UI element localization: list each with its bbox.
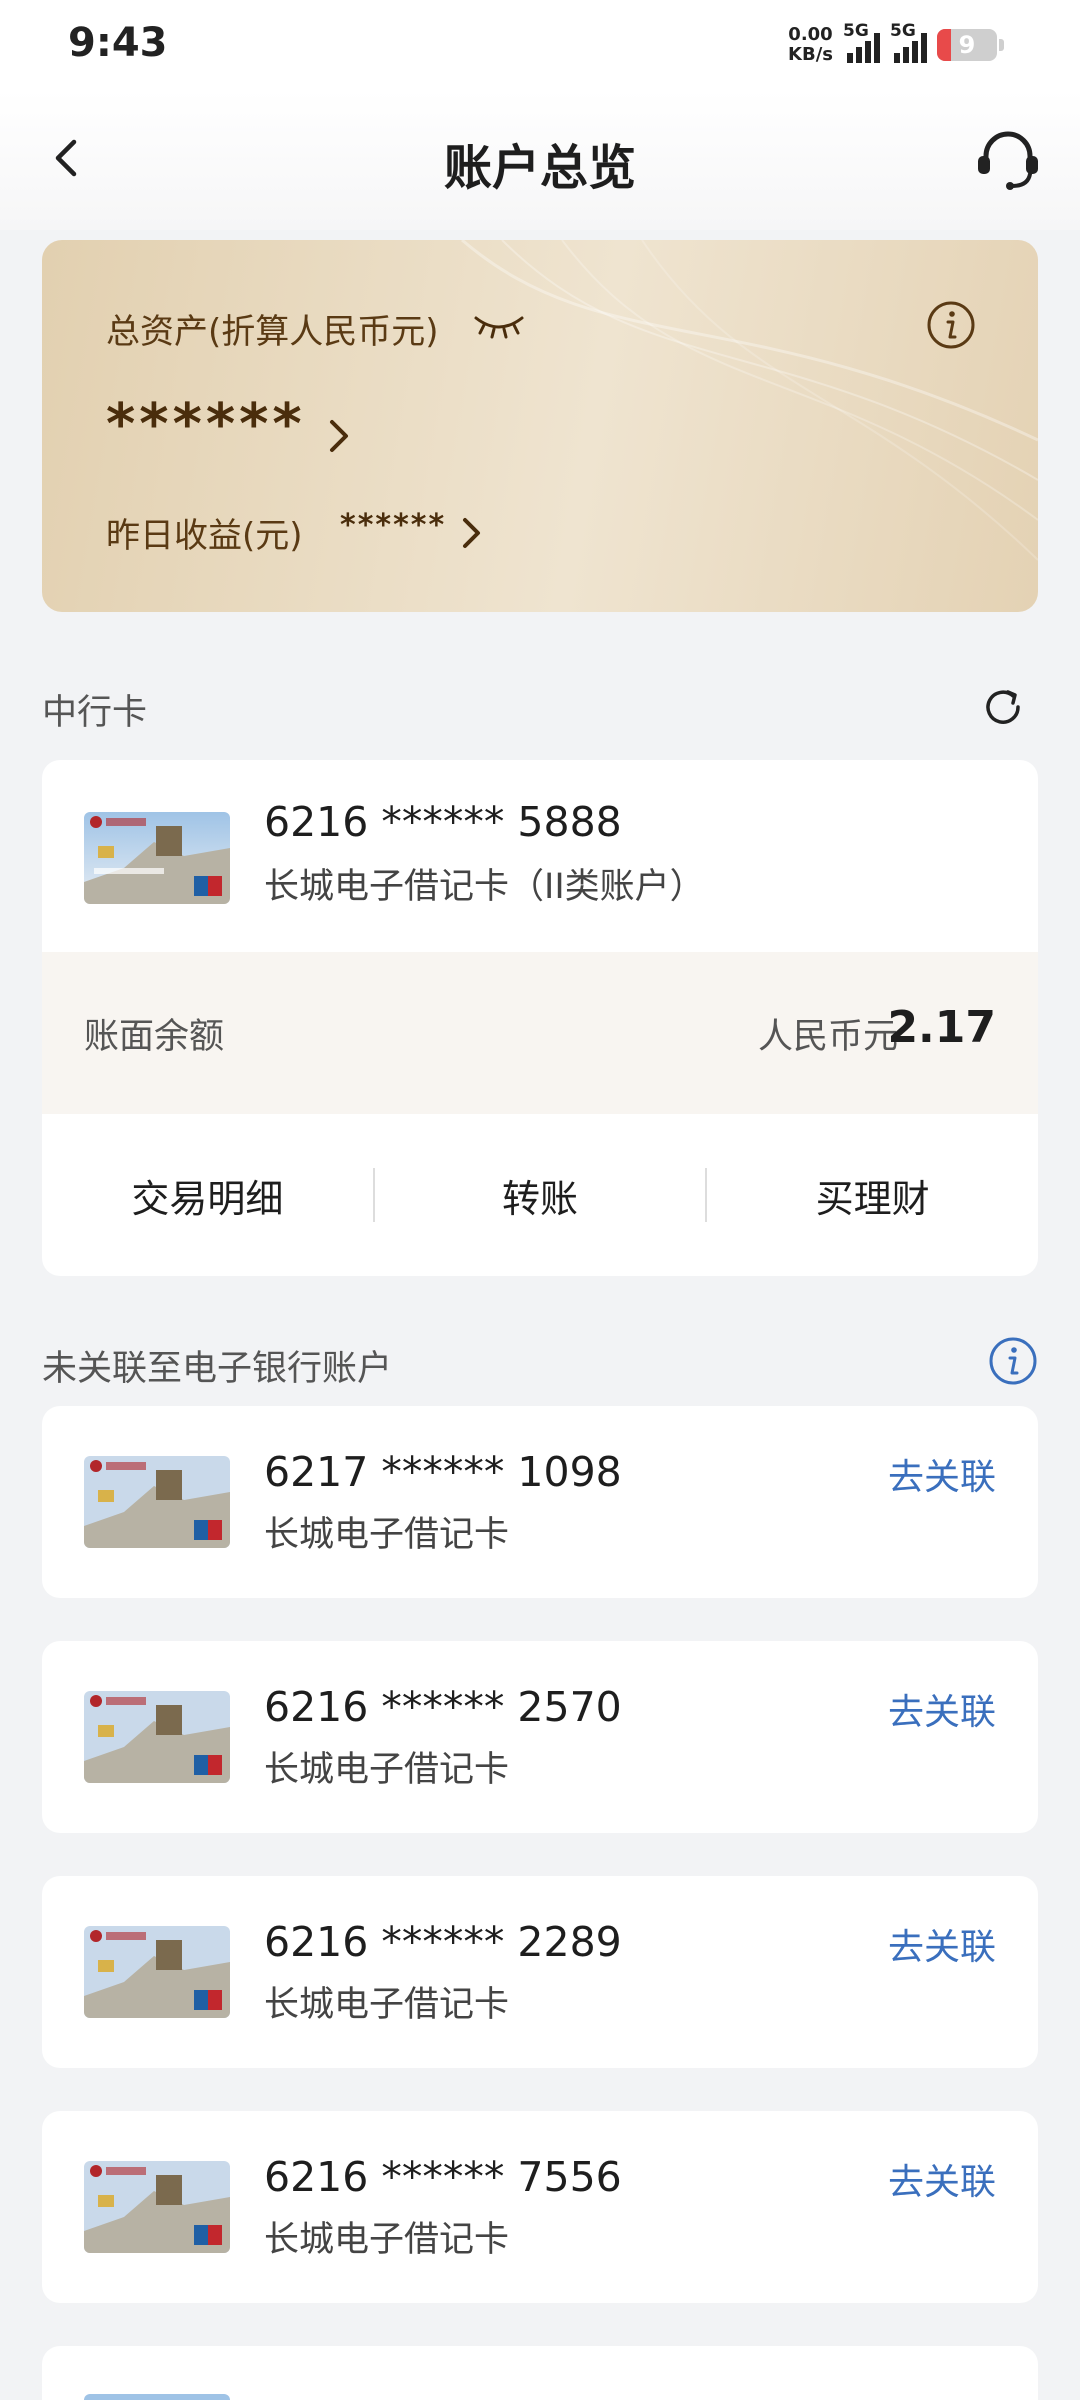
signal-label: 5G <box>890 21 916 41</box>
page-title: 账户总览 <box>443 140 636 196</box>
total-assets-card: 总资产(折算人民币元) ****** 昨日收益(元) ****** <box>42 240 1038 612</box>
bank-card-image <box>84 1456 230 1548</box>
currency-label: 人民币元 <box>757 1017 898 1057</box>
buy-wealth-product-button[interactable]: 买理财 <box>707 1168 1038 1223</box>
card-type: 长城电子借记卡（II类账户） <box>264 867 705 907</box>
link-account-button[interactable]: 去关联 <box>888 1918 996 1970</box>
transfer-button[interactable]: 转账 <box>375 1168 706 1223</box>
status-indicators: 0.00 KB/s 5G 5G 9 <box>788 21 1004 68</box>
list-item-card-partial: 去关联 <box>42 2346 1038 2400</box>
link-account-button[interactable]: 去关联 <box>888 1448 996 1500</box>
card-actions: 交易明细 转账 买理财 <box>42 1114 1038 1276</box>
card-number: 6216 ****** 5888 <box>264 798 622 846</box>
net-speed-unit: KB/s <box>788 44 833 65</box>
list-item-card[interactable]: 6217 ****** 1098 长城电子借记卡 去关联 <box>42 1406 1038 1598</box>
net-speed: 0.00 KB/s <box>788 25 833 65</box>
bank-card-image <box>84 2394 230 2400</box>
section-title-unlinked-accounts: 未关联至电子银行账户 <box>42 1349 393 1389</box>
card-number: 6216 ****** 2289 <box>264 1918 622 1966</box>
total-assets-label: 总资产(折算人民币元) <box>106 312 439 352</box>
nav-header: 账户总览 <box>0 90 1080 230</box>
chevron-right-icon[interactable] <box>322 414 356 458</box>
signal-icon: 5G <box>890 21 927 63</box>
battery-level: 9 <box>958 31 976 59</box>
eye-closed-icon[interactable] <box>472 310 526 340</box>
info-icon[interactable] <box>988 1336 1038 1386</box>
signal-icon: 5G <box>843 21 880 63</box>
chevron-right-icon[interactable] <box>456 512 488 554</box>
list-item-card[interactable]: 6216 ****** 2289 长城电子借记卡 去关联 <box>42 1876 1038 2068</box>
bank-card-image <box>84 1691 230 1783</box>
balance-label: 账面余额 <box>84 1017 225 1057</box>
card-type: 长城电子借记卡 <box>264 1515 510 1555</box>
card-type: 长城电子借记卡 <box>264 1985 510 2025</box>
net-speed-value: 0.00 <box>788 24 833 45</box>
yesterday-earnings-label: 昨日收益(元) <box>106 516 303 556</box>
bank-card-image <box>84 1926 230 2018</box>
battery-icon: 9 <box>937 29 997 61</box>
customer-service-headset-icon[interactable] <box>972 124 1044 196</box>
status-time: 9:43 <box>68 20 168 66</box>
yesterday-earnings-value: ****** <box>340 508 447 543</box>
card-number: 6217 ****** 1098 <box>264 1448 622 1496</box>
total-assets-value: ****** <box>106 392 306 457</box>
section-title-boc-cards: 中行卡 <box>42 693 148 733</box>
bank-card-image <box>84 812 230 904</box>
card-type: 长城电子借记卡 <box>264 2220 510 2260</box>
list-item-card[interactable]: 6216 ****** 7556 长城电子借记卡 去关联 <box>42 2111 1038 2303</box>
signal-label: 5G <box>843 21 869 41</box>
info-icon[interactable] <box>926 300 976 350</box>
card-number: 6216 ****** 7556 <box>264 2153 622 2201</box>
link-account-button[interactable]: 去关联 <box>888 2390 996 2400</box>
link-account-button[interactable]: 去关联 <box>888 1683 996 1735</box>
balance-row: 账面余额 人民币元 2.17 <box>42 952 1038 1114</box>
refresh-icon[interactable] <box>980 684 1026 730</box>
status-bar: 9:43 0.00 KB/s 5G 5G 9 <box>0 0 1080 90</box>
card-number: 6216 ****** 2570 <box>264 1683 622 1731</box>
card-type: 长城电子借记卡 <box>264 1750 510 1790</box>
transaction-details-button[interactable]: 交易明细 <box>42 1168 373 1223</box>
bank-card-image <box>84 2161 230 2253</box>
boc-card-panel: 6216 ****** 5888 长城电子借记卡（II类账户） 账面余额 人民币… <box>42 760 1038 1276</box>
balance-amount: 2.17 <box>887 1002 996 1053</box>
link-account-button[interactable]: 去关联 <box>888 2153 996 2205</box>
list-item-card[interactable]: 6216 ****** 2570 长城电子借记卡 去关联 <box>42 1641 1038 1833</box>
